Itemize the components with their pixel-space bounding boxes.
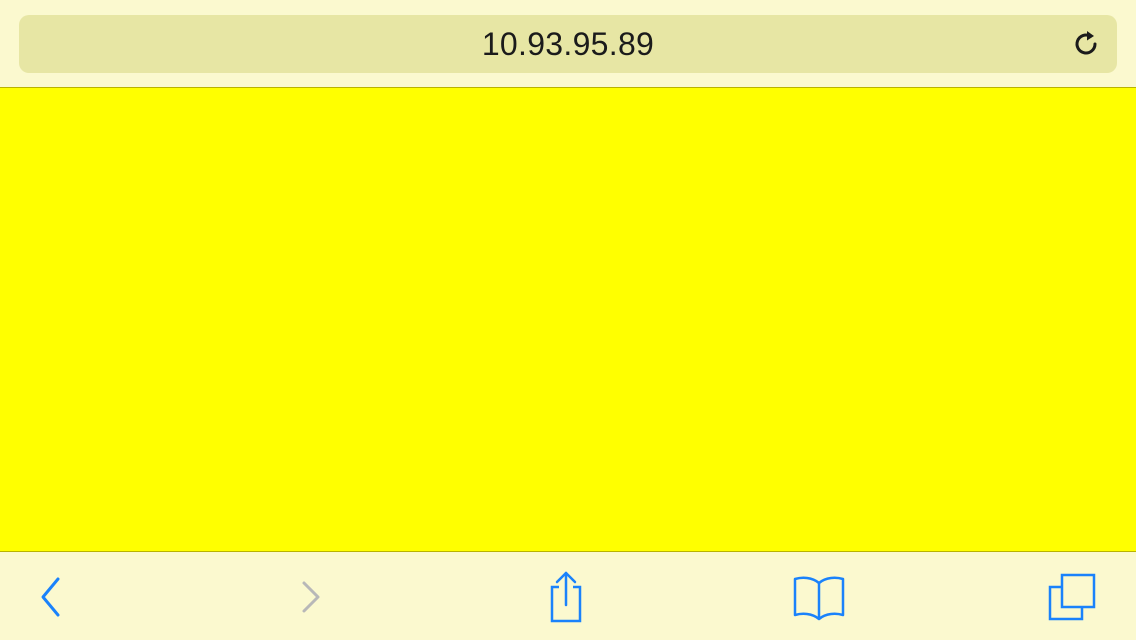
share-button[interactable] (533, 552, 599, 640)
tabs-button[interactable] (1039, 552, 1105, 640)
browser-window: 10.93.95.89 (0, 0, 1136, 640)
bookmarks-button[interactable] (786, 552, 852, 640)
toolbar (0, 551, 1136, 640)
chevron-right-icon (302, 581, 320, 612)
book-icon (793, 576, 845, 620)
url-text[interactable]: 10.93.95.89 (19, 15, 1117, 73)
reload-icon (1075, 31, 1097, 55)
share-icon (550, 571, 582, 622)
chevron-left-icon (41, 577, 60, 616)
reload-button[interactable] (1069, 27, 1103, 61)
top-bar: 10.93.95.89 (0, 0, 1136, 88)
web-content (0, 88, 1136, 551)
back-button[interactable] (18, 552, 84, 640)
tabs-icon (1048, 573, 1096, 620)
forward-button[interactable] (278, 552, 344, 640)
address-bar[interactable]: 10.93.95.89 (19, 15, 1117, 73)
